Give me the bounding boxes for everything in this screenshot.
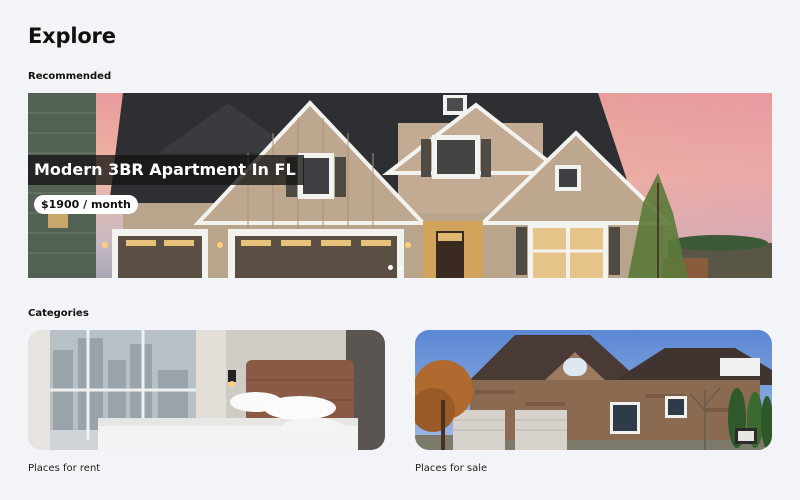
carousel-dot-active[interactable] xyxy=(388,265,393,270)
category-card-rent[interactable] xyxy=(28,330,385,450)
featured-listing-price: $1900 / month xyxy=(34,195,138,214)
featured-listing-card[interactable]: Modern 3BR Apartment In FL $1900 / month xyxy=(28,93,772,278)
category-label-sale[interactable]: Places for sale xyxy=(415,463,487,474)
featured-listing-title: Modern 3BR Apartment In FL xyxy=(28,155,304,185)
carousel-indicator xyxy=(388,265,403,270)
category-label-rent[interactable]: Places for rent xyxy=(28,463,100,474)
categories-heading: Categories xyxy=(28,308,89,319)
page-title: Explore xyxy=(28,24,116,48)
recommended-heading: Recommended xyxy=(28,71,112,82)
explore-page: Explore Recommended Modern 3BR Apartment… xyxy=(0,0,800,500)
featured-house-image xyxy=(28,93,772,278)
carousel-dot[interactable] xyxy=(398,265,403,270)
brick-house-image xyxy=(415,330,772,450)
bedroom-image xyxy=(28,330,385,450)
category-card-sale[interactable] xyxy=(415,330,772,450)
